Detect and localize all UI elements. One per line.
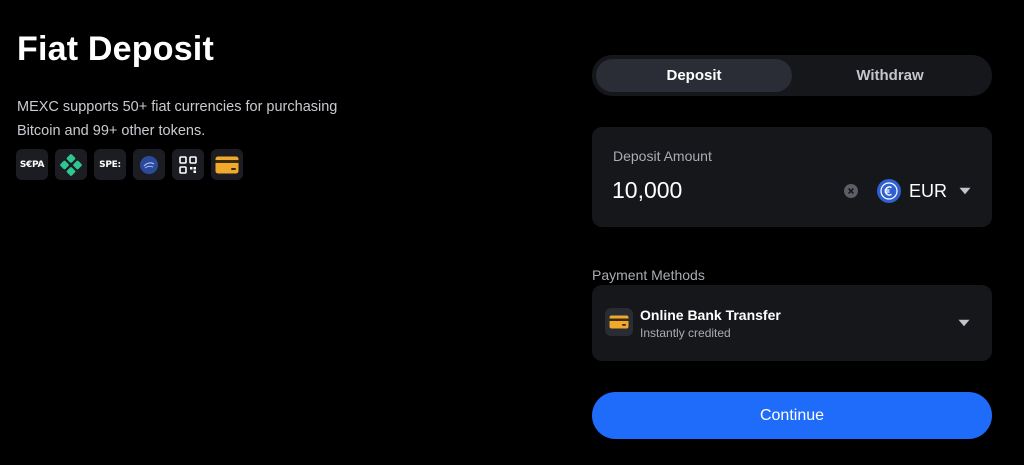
payment-icons-row: S€PA SPE: [16, 149, 243, 180]
fast-icon [133, 149, 165, 180]
bank-card-icon [211, 149, 243, 180]
description-line-2: Bitcoin and 99+ other tokens. [17, 123, 206, 139]
bank-card-icon [605, 308, 633, 336]
description-line-1: MEXC supports 50+ fiat currencies for pu… [17, 99, 338, 115]
currency-code: EUR [909, 180, 948, 201]
pix-icon [55, 149, 87, 180]
currency-selector[interactable]: EUR [877, 179, 971, 203]
clear-icon[interactable] [844, 184, 858, 198]
chevron-down-icon [959, 187, 971, 195]
payment-methods-label: Payment Methods [592, 267, 705, 283]
payment-method-selector[interactable]: Online Bank Transfer Instantly credited [592, 285, 992, 361]
tab-deposit[interactable]: Deposit [596, 59, 792, 92]
spei-icon: SPE: [94, 149, 126, 180]
payment-method-name: Online Bank Transfer [640, 307, 781, 323]
deposit-amount-input[interactable] [612, 174, 822, 206]
page-description: MEXC supports 50+ fiat currencies for pu… [17, 95, 417, 143]
deposit-withdraw-tabs: Deposit Withdraw [592, 55, 992, 96]
deposit-amount-label: Deposit Amount [613, 148, 712, 164]
continue-button[interactable]: Continue [592, 392, 992, 439]
deposit-amount-card: Deposit Amount EUR [592, 127, 992, 227]
sepa-icon: S€PA [16, 149, 48, 180]
euro-icon [877, 179, 901, 203]
page-title: Fiat Deposit [17, 30, 214, 68]
chevron-down-icon [958, 319, 970, 327]
qr-code-icon [172, 149, 204, 180]
tab-withdraw[interactable]: Withdraw [792, 59, 988, 92]
payment-method-subtitle: Instantly credited [640, 326, 731, 340]
